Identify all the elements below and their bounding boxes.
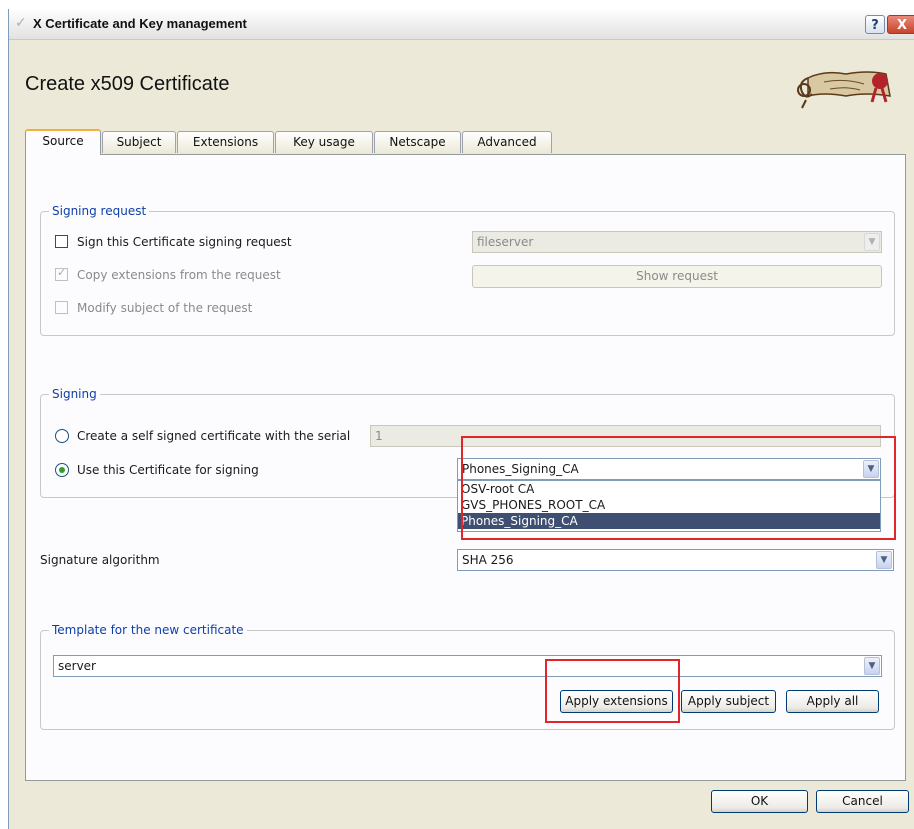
show-request-button: Show request [472,265,882,288]
tab-subject[interactable]: Subject [102,131,176,153]
sign-csr-checkbox[interactable] [55,235,68,248]
apply-all-button[interactable]: Apply all [786,690,879,713]
tab-source[interactable]: Source [25,129,101,155]
use-cert-label: Use this Certificate for signing [77,463,259,477]
signing-request-group: Signing request Sign this Certificate si… [40,204,895,336]
tab-key-usage[interactable]: Key usage [275,131,373,153]
modify-subject-label: Modify subject of the request [77,301,253,315]
dialog-window: ✓ X Certificate and Key management ? X C… [8,9,914,829]
highlight-apply-extensions [545,659,680,723]
close-button[interactable]: X [887,15,914,34]
help-button[interactable]: ? [865,15,885,34]
copy-extensions-checkbox: ✓ [55,266,68,281]
tab-netscape[interactable]: Netscape [374,131,461,153]
app-icon: ✓ [15,15,27,31]
signature-algorithm-label: Signature algorithm [40,553,160,567]
tab-advanced[interactable]: Advanced [462,131,552,153]
cancel-button[interactable]: Cancel [816,790,909,813]
title-bar: ✓ X Certificate and Key management ? X [9,9,914,40]
signing-label: Signing [49,387,100,401]
template-select[interactable]: server ▼ [53,655,882,677]
csr-select: fileserver ▼ [472,231,882,253]
csr-select-value: fileserver [477,235,534,249]
use-cert-radio[interactable] [55,463,69,477]
chevron-down-icon[interactable]: ▼ [864,657,880,675]
highlight-ca-dropdown [461,436,896,540]
template-group: Template for the new certificate server … [40,623,895,730]
checkmark-icon: ✓ [57,266,67,279]
signature-algorithm-value: SHA 256 [462,553,514,567]
chevron-down-icon[interactable]: ▼ [876,551,892,569]
apply-subject-button[interactable]: Apply subject [681,690,776,713]
radio-selected-dot [59,467,65,473]
self-signed-label: Create a self signed certificate with th… [77,429,351,443]
app-logo [794,64,898,113]
window-title: X Certificate and Key management [33,16,247,31]
signature-algorithm-select[interactable]: SHA 256 ▼ [457,549,894,571]
template-label: Template for the new certificate [49,623,247,637]
ok-button[interactable]: OK [711,790,808,813]
copy-extensions-label: Copy extensions from the request [77,268,281,282]
sign-csr-label: Sign this Certificate signing request [77,235,292,249]
modify-subject-checkbox [55,301,68,314]
tab-extensions[interactable]: Extensions [177,131,274,153]
page-title: Create x509 Certificate [25,73,230,95]
chevron-down-icon: ▼ [864,233,880,251]
signing-request-label: Signing request [49,204,150,218]
self-signed-radio[interactable] [55,429,69,443]
template-select-value: server [58,659,96,673]
